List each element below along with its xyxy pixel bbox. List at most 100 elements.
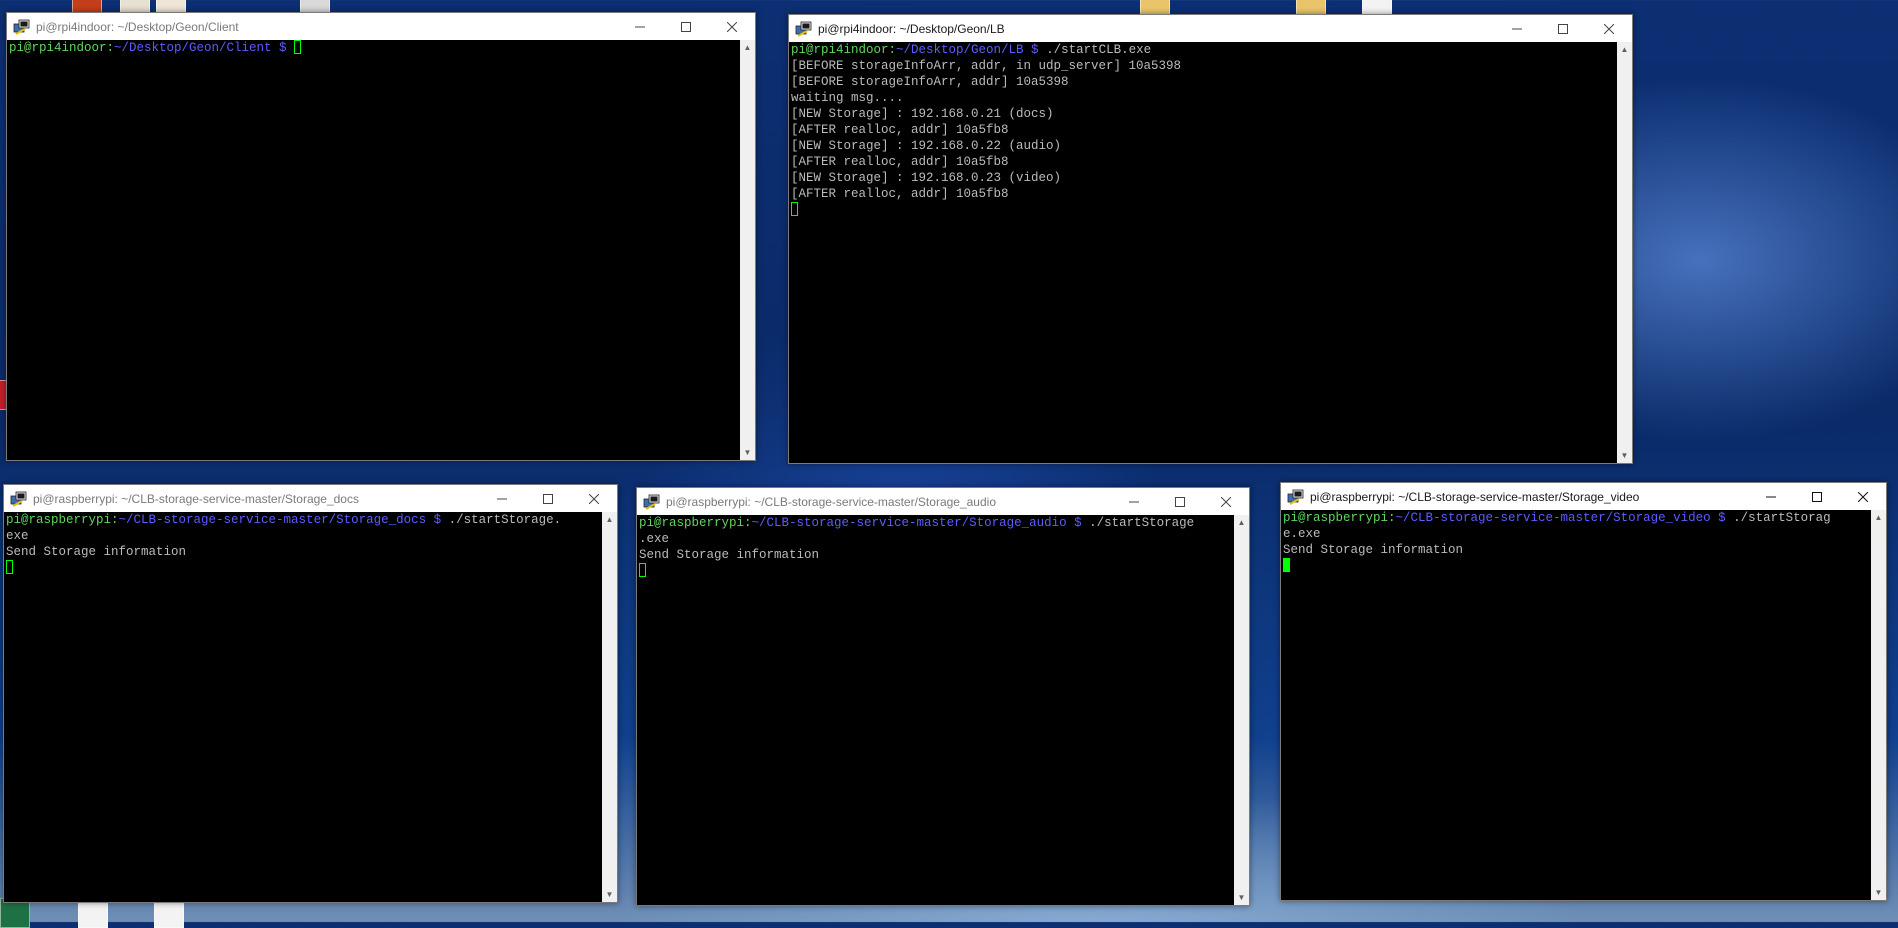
output-line: [AFTER realloc, addr] 10a5fb8 bbox=[791, 187, 1009, 201]
close-button[interactable] bbox=[1586, 15, 1632, 42]
maximize-button[interactable] bbox=[1540, 15, 1586, 42]
maximize-button[interactable] bbox=[1157, 488, 1203, 515]
command-wrap: .exe bbox=[639, 532, 670, 546]
title-bar[interactable]: pi@raspberrypi: ~/CLB-storage-service-ma… bbox=[637, 488, 1249, 515]
scroll-down-arrow-icon[interactable]: ▼ bbox=[1617, 448, 1632, 463]
scroll-up-arrow-icon[interactable]: ▲ bbox=[1234, 515, 1249, 530]
window-title: pi@raspberrypi: ~/CLB-storage-service-ma… bbox=[1310, 489, 1640, 504]
terminal-output[interactable]: pi@raspberrypi:~/CLB-storage-service-mas… bbox=[1281, 510, 1871, 900]
cursor-line bbox=[791, 202, 1615, 218]
scroll-down-arrow-icon[interactable]: ▼ bbox=[1871, 885, 1886, 900]
scrollbar[interactable]: ▲ ▼ bbox=[1871, 510, 1886, 900]
command-text: ./startCLB.exe bbox=[1038, 43, 1152, 57]
output-line: Send Storage information bbox=[1283, 543, 1464, 557]
terminal-window-client[interactable]: pi@rpi4indoor: ~/Desktop/Geon/Client pi@… bbox=[6, 12, 756, 461]
scrollbar[interactable]: ▲ ▼ bbox=[602, 512, 617, 902]
minimize-button[interactable] bbox=[1494, 15, 1540, 42]
prompt-path: ~/CLB-storage-service-master/Storage_vid… bbox=[1395, 511, 1726, 525]
terminal-window-lb[interactable]: pi@rpi4indoor: ~/Desktop/Geon/LB pi@rpi4… bbox=[788, 14, 1633, 464]
minimize-icon bbox=[1512, 28, 1522, 29]
maximize-button[interactable] bbox=[663, 13, 709, 40]
scroll-up-arrow-icon[interactable]: ▲ bbox=[740, 40, 755, 55]
terminal-window-storage-docs[interactable]: pi@raspberrypi: ~/CLB-storage-service-ma… bbox=[3, 484, 618, 903]
terminal-cursor bbox=[639, 563, 646, 577]
minimize-button[interactable] bbox=[617, 13, 663, 40]
terminal-output[interactable]: pi@rpi4indoor:~/Desktop/Geon/Client $ bbox=[7, 40, 740, 460]
minimize-button[interactable] bbox=[1111, 488, 1157, 515]
scroll-up-arrow-icon[interactable]: ▲ bbox=[602, 512, 617, 527]
close-icon bbox=[1604, 23, 1614, 34]
putty-icon bbox=[1287, 489, 1304, 505]
close-button[interactable] bbox=[1203, 488, 1249, 515]
output-line: waiting msg.... bbox=[791, 91, 904, 105]
output-line: [NEW Storage] : 192.168.0.23 (video) bbox=[791, 171, 1062, 185]
prompt-line: pi@raspberrypi:~/CLB-storage-service-mas… bbox=[6, 512, 600, 528]
maximize-button[interactable] bbox=[525, 485, 571, 512]
cursor-line bbox=[1283, 558, 1869, 574]
prompt-line: pi@rpi4indoor:~/Desktop/Geon/LB $ ./star… bbox=[791, 42, 1615, 58]
window-title: pi@rpi4indoor: ~/Desktop/Geon/Client bbox=[36, 19, 239, 34]
scrollbar[interactable]: ▲ ▼ bbox=[740, 40, 755, 460]
maximize-icon bbox=[543, 493, 553, 504]
close-icon bbox=[727, 21, 737, 32]
scrollbar[interactable]: ▲ ▼ bbox=[1617, 42, 1632, 463]
output-line: [BEFORE storageInfoArr, addr] 10a5398 bbox=[791, 75, 1069, 89]
command-wrap: e.exe bbox=[1283, 527, 1321, 541]
prompt-user: pi@raspberrypi: bbox=[1283, 511, 1396, 525]
title-bar[interactable]: pi@rpi4indoor: ~/Desktop/Geon/Client bbox=[7, 13, 755, 40]
window-title: pi@raspberrypi: ~/CLB-storage-service-ma… bbox=[33, 491, 359, 506]
prompt-path: ~/Desktop/Geon/LB $ bbox=[896, 43, 1039, 57]
title-bar[interactable]: pi@raspberrypi: ~/CLB-storage-service-ma… bbox=[4, 485, 617, 512]
terminal-window-storage-video[interactable]: pi@raspberrypi: ~/CLB-storage-service-ma… bbox=[1280, 482, 1887, 901]
close-icon bbox=[1221, 496, 1231, 507]
scroll-down-arrow-icon[interactable]: ▼ bbox=[602, 887, 617, 902]
maximize-button[interactable] bbox=[1794, 483, 1840, 510]
terminal-cursor bbox=[294, 40, 302, 54]
putty-icon bbox=[643, 494, 660, 510]
putty-icon bbox=[13, 19, 30, 35]
output-line: [AFTER realloc, addr] 10a5fb8 bbox=[791, 123, 1009, 137]
putty-icon bbox=[795, 21, 812, 37]
prompt-user: pi@raspberrypi: bbox=[639, 516, 752, 530]
terminal-cursor bbox=[1283, 558, 1290, 572]
prompt-line: pi@raspberrypi:~/CLB-storage-service-mas… bbox=[1283, 510, 1869, 526]
terminal-output[interactable]: pi@rpi4indoor:~/Desktop/Geon/LB $ ./star… bbox=[789, 42, 1617, 463]
minimize-button[interactable] bbox=[1748, 483, 1794, 510]
minimize-button[interactable] bbox=[479, 485, 525, 512]
command-text: ./startStorage. bbox=[441, 513, 562, 527]
terminal-output[interactable]: pi@raspberrypi:~/CLB-storage-service-mas… bbox=[4, 512, 602, 902]
output-line: [BEFORE storageInfoArr, addr, in udp_ser… bbox=[791, 59, 1182, 73]
scroll-up-arrow-icon[interactable]: ▲ bbox=[1617, 42, 1632, 57]
maximize-icon bbox=[1558, 23, 1568, 34]
cursor-line bbox=[639, 563, 1232, 579]
scroll-up-arrow-icon[interactable]: ▲ bbox=[1871, 510, 1886, 525]
command-text: ./startStorag bbox=[1725, 511, 1831, 525]
output-line: Send Storage information bbox=[6, 545, 187, 559]
close-icon bbox=[1858, 491, 1868, 502]
title-bar[interactable]: pi@raspberrypi: ~/CLB-storage-service-ma… bbox=[1281, 483, 1886, 510]
title-bar[interactable]: pi@rpi4indoor: ~/Desktop/Geon/LB bbox=[789, 15, 1632, 42]
close-button[interactable] bbox=[709, 13, 755, 40]
close-icon bbox=[589, 493, 599, 504]
terminal-output[interactable]: pi@raspberrypi:~/CLB-storage-service-mas… bbox=[637, 515, 1234, 905]
command-wrap: exe bbox=[6, 529, 29, 543]
window-title: pi@rpi4indoor: ~/Desktop/Geon/LB bbox=[818, 21, 1005, 36]
terminal-window-storage-audio[interactable]: pi@raspberrypi: ~/CLB-storage-service-ma… bbox=[636, 487, 1250, 906]
terminal-cursor bbox=[791, 202, 798, 216]
output-line: [NEW Storage] : 192.168.0.22 (audio) bbox=[791, 139, 1062, 153]
scroll-down-arrow-icon[interactable]: ▼ bbox=[1234, 890, 1249, 905]
prompt-path: ~/CLB-storage-service-master/Storage_doc… bbox=[118, 513, 442, 527]
minimize-icon bbox=[1129, 501, 1139, 502]
scrollbar[interactable]: ▲ ▼ bbox=[1234, 515, 1249, 905]
terminal-cursor bbox=[6, 560, 13, 574]
minimize-icon bbox=[635, 26, 645, 27]
prompt-user: pi@rpi4indoor: bbox=[791, 43, 897, 57]
maximize-icon bbox=[681, 21, 691, 32]
prompt-user: pi@rpi4indoor: bbox=[9, 41, 115, 55]
close-button[interactable] bbox=[571, 485, 617, 512]
minimize-icon bbox=[1766, 496, 1776, 497]
prompt-path: ~/CLB-storage-service-master/Storage_aud… bbox=[751, 516, 1082, 530]
output-line: [NEW Storage] : 192.168.0.21 (docs) bbox=[791, 107, 1054, 121]
scroll-down-arrow-icon[interactable]: ▼ bbox=[740, 445, 755, 460]
close-button[interactable] bbox=[1840, 483, 1886, 510]
